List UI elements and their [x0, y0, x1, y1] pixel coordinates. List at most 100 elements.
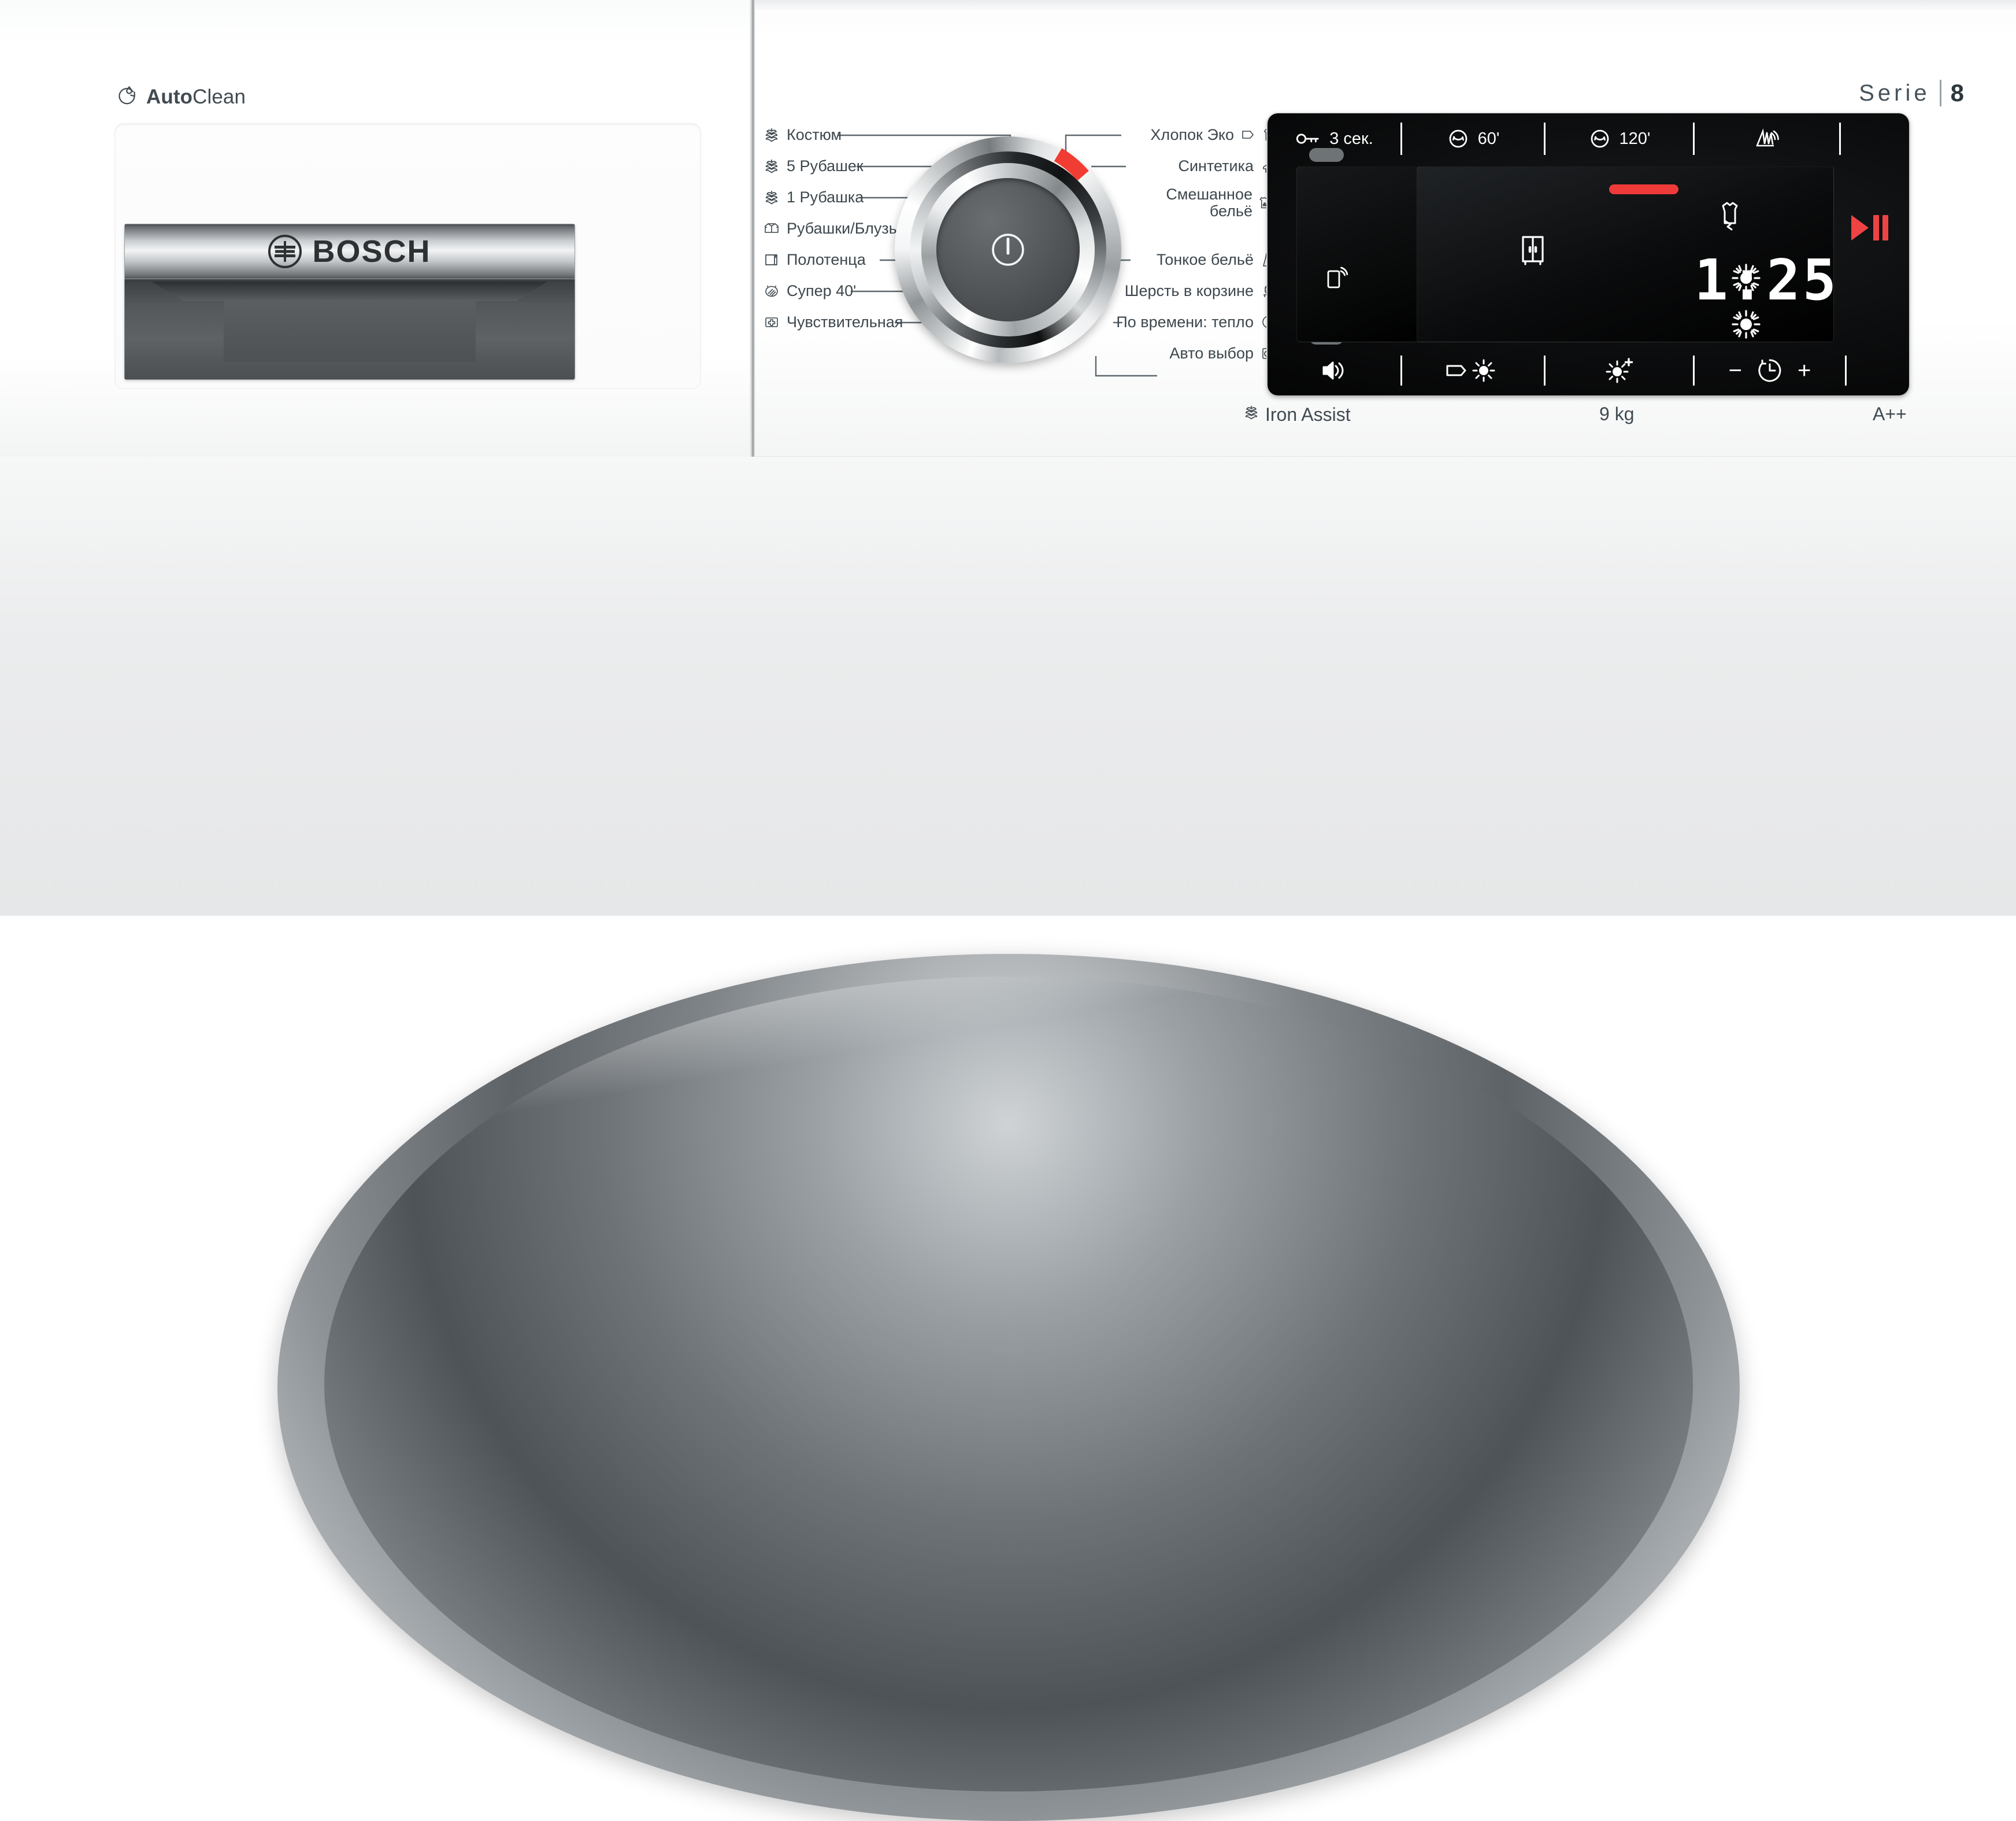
- button-signal-volume[interactable]: [1268, 346, 1400, 395]
- child-lock-label: 3 сек.: [1329, 129, 1373, 148]
- control-fascia: AutoClean BOSCH Serie 8 Костюм 5 Рубашек…: [0, 0, 2016, 457]
- button-dry-level-plus[interactable]: [1546, 346, 1693, 395]
- program-label: Авто выбор: [1169, 344, 1254, 362]
- dry-plus-icon: [1606, 358, 1633, 383]
- wool-fabric-icon: [763, 188, 780, 206]
- program-label: 5 Рубашек: [787, 157, 864, 175]
- remote-start-touch-area[interactable]: [1296, 166, 1421, 342]
- program-selector-knob[interactable]: [895, 136, 1121, 363]
- anti-crease-icon: [1756, 128, 1779, 147]
- appliance-lower-body: [0, 457, 2016, 1821]
- autoclean-label-bold: Auto: [146, 85, 193, 108]
- wardrobe-icon: [1519, 234, 1547, 269]
- program-mixed-load[interactable]: Смешанное бельё: [1166, 184, 1277, 221]
- feature-energy-class: A++: [1873, 404, 1907, 425]
- sun-icon: [1730, 308, 1762, 343]
- cotton-eco-icon: [1240, 126, 1258, 143]
- feature-label: A++: [1873, 404, 1907, 424]
- refresh-circle-icon: [1591, 129, 1609, 148]
- drawer-face[interactable]: BOSCH: [124, 224, 575, 279]
- power-on-icon: [992, 234, 1024, 266]
- bosch-wordmark: BOSCH: [312, 234, 431, 269]
- program-label: Костюм: [787, 125, 842, 143]
- speaker-volume-icon: [1322, 361, 1344, 380]
- door-glass: [494, 1071, 1524, 1704]
- program-label: Смешанное бельё: [1166, 186, 1252, 219]
- delay-120-label: 120': [1619, 129, 1651, 148]
- program-auto-select[interactable]: Авто выбор: [1169, 345, 1277, 362]
- drum: [566, 1122, 1451, 1666]
- display-divider: [1845, 356, 1847, 386]
- shirt-blouse-icon: [763, 220, 780, 237]
- sensitive-plus-icon: [763, 313, 780, 331]
- program-label: 1 Рубашка: [787, 188, 864, 206]
- drum-perforations: [566, 1122, 1451, 1666]
- program-synthetics[interactable]: Синтетика: [1178, 157, 1277, 175]
- shirt-crease-icon: [1719, 201, 1746, 238]
- autoclean-icon: [116, 84, 139, 110]
- program-label: Шерсть в корзине: [1124, 282, 1254, 299]
- feature-iron-assist: Iron Assist: [1243, 404, 1351, 425]
- remaining-time-display: 1:25: [1694, 247, 1839, 313]
- super-quick-icon: [763, 282, 780, 299]
- delay-60-label: 60': [1477, 129, 1500, 148]
- program-delicates[interactable]: Тонкое бельё: [1157, 251, 1277, 268]
- button-delay-120[interactable]: 120': [1546, 113, 1693, 164]
- feature-capacity: 9 kg: [1599, 404, 1634, 425]
- autoclean-label-light: Clean: [192, 85, 246, 108]
- program-label: Тонкое бельё: [1156, 250, 1254, 268]
- program-shirts-blouses[interactable]: Рубашки/Блузы: [763, 220, 900, 237]
- button-dry-level-cotton[interactable]: [1402, 346, 1544, 395]
- program-timed-warm[interactable]: По времени: тепло: [1116, 313, 1277, 331]
- wool-fabric-icon: [763, 126, 780, 143]
- program-label-line1: Смешанное: [1166, 186, 1252, 203]
- key-lock-icon: [1296, 134, 1319, 144]
- program-1-shirt[interactable]: 1 Рубашка: [763, 188, 864, 206]
- bosch-logo-icon: [268, 235, 302, 268]
- button-anticrease[interactable]: [1695, 113, 1839, 164]
- autoclean-label: AutoClean: [146, 86, 246, 109]
- loading-door[interactable]: [277, 954, 1740, 1821]
- display-top-row: 3 сек. 60' 120': [1268, 113, 1909, 164]
- feature-label: Iron Assist: [1265, 404, 1351, 425]
- remote-start-icon: [1325, 263, 1348, 294]
- timer-minus-button[interactable]: −: [1729, 359, 1742, 382]
- timer-controls: − +: [1695, 346, 1845, 395]
- play-pause-icon[interactable]: [1848, 213, 1891, 246]
- door-ring-highlight: [339, 983, 1678, 1785]
- glass-reflection: [555, 1083, 1462, 1337]
- refresh-circle-icon: [1449, 129, 1467, 148]
- towel-icon: [763, 251, 780, 268]
- program-cotton-eco[interactable]: Хлопок Эко: [1150, 126, 1277, 143]
- touch-indicator-pill-top: [1309, 148, 1344, 162]
- wool-fabric-icon: [763, 157, 780, 175]
- feature-labels-row: Iron Assist 9 kg A++: [1243, 399, 1936, 434]
- program-5-shirts[interactable]: 5 Рубашек: [763, 157, 864, 175]
- detergent-drawer[interactable]: BOSCH: [124, 224, 575, 380]
- drawer-body: [124, 279, 575, 380]
- program-sensitive[interactable]: Чувствительная: [763, 313, 903, 331]
- autoclean-badge: AutoClean: [116, 84, 246, 110]
- program-super-40[interactable]: Супер 40': [763, 282, 856, 299]
- program-label: Хлопок Эко: [1150, 125, 1234, 143]
- feature-label: 9 kg: [1599, 404, 1635, 424]
- series-branding: Serie 8: [1859, 79, 1964, 107]
- button-delay-60[interactable]: 60': [1402, 113, 1544, 164]
- series-divider: [1939, 80, 1941, 106]
- display-divider: [1839, 123, 1841, 155]
- program-label: По времени: тепло: [1116, 313, 1254, 331]
- clock-icon[interactable]: [1756, 357, 1784, 384]
- series-word: Serie: [1859, 80, 1930, 106]
- program-kostyum[interactable]: Костюм: [763, 126, 842, 143]
- program-label: Рубашки/Блузы: [787, 219, 900, 237]
- display-bottom-row: − +: [1268, 346, 1909, 395]
- knob-power-face[interactable]: [936, 178, 1080, 321]
- program-label: Супер 40': [787, 282, 857, 299]
- program-wool-basket[interactable]: Шерсть в корзине: [1125, 282, 1277, 299]
- program-towels[interactable]: Полотенца: [763, 251, 866, 268]
- progress-bar-icon: [1609, 184, 1678, 194]
- program-label: Полотенца: [787, 250, 866, 268]
- timer-plus-button[interactable]: +: [1798, 359, 1811, 382]
- control-display-panel[interactable]: 3 сек. 60' 120' 1:25 − +: [1268, 113, 1909, 395]
- appliance-front: AutoClean BOSCH Serie 8 Костюм 5 Рубашек…: [0, 0, 2016, 1821]
